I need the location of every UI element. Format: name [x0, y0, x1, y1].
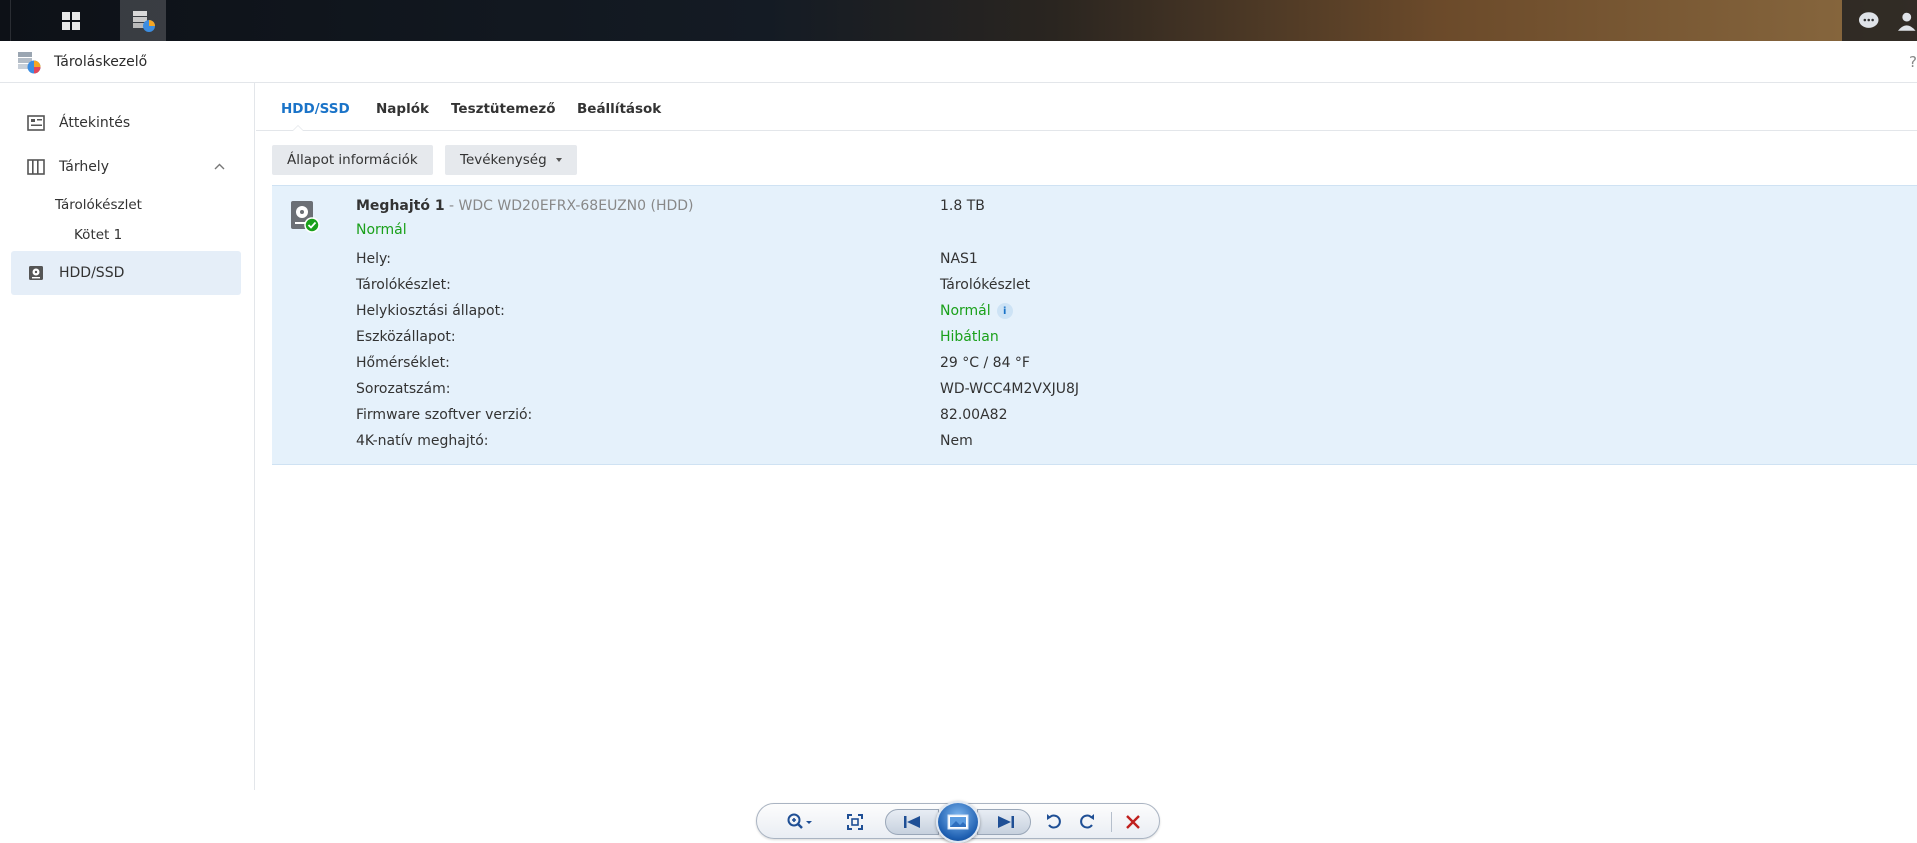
overview-icon — [27, 114, 45, 132]
previous-icon — [904, 816, 920, 828]
storage-manager-icon — [133, 10, 155, 32]
chat-icon[interactable] — [1858, 11, 1879, 31]
disk-status: Normál — [356, 222, 407, 238]
storage-manager-icon — [17, 50, 41, 74]
window-title: Tároláskezelő — [54, 53, 148, 70]
hdd-healthy-icon — [290, 200, 320, 234]
rotate-left-button[interactable] — [1042, 810, 1066, 834]
sidebar-item-label: Áttekintés — [59, 115, 131, 131]
fit-to-window-icon — [847, 814, 863, 830]
tab-hdd-ssd[interactable]: HDD/SSD — [281, 101, 350, 117]
tab-settings[interactable]: Beállítások — [577, 101, 661, 117]
sidebar-item-volume-1[interactable]: Kötet 1 — [74, 227, 122, 243]
main-content: HDD/SSD Naplók Tesztütemező Beállítások … — [256, 83, 1917, 790]
prop-label-allocation-status: Helykiosztási állapot: — [356, 303, 505, 319]
storage-icon — [27, 158, 45, 176]
sidebar-item-overview[interactable]: Áttekintés — [11, 101, 241, 145]
main-menu-button[interactable] — [48, 0, 94, 41]
disk-list-item[interactable]: Meghajtó 1 - WDC WD20EFRX-68EUZN0 (HDD) … — [272, 185, 1917, 465]
taskbar-divider — [10, 0, 11, 41]
allocation-status-text: Normál — [940, 303, 991, 319]
prop-value-location: NAS1 — [940, 251, 978, 267]
user-icon[interactable] — [1897, 11, 1917, 31]
rotate-clockwise-icon — [1080, 814, 1094, 829]
tab-test-scheduler[interactable]: Tesztütemező — [451, 101, 556, 117]
previous-button[interactable] — [885, 809, 939, 835]
prop-label-device-health: Eszközállapot: — [356, 329, 456, 345]
actual-size-button[interactable] — [843, 810, 867, 834]
action-dropdown-button[interactable]: Tevékenység — [445, 145, 577, 175]
prop-label-storage-pool: Tárolókészlet: — [356, 277, 451, 293]
prop-value-storage-pool: Tárolókészlet — [940, 277, 1031, 293]
hdd-icon — [27, 264, 45, 282]
sidebar-item-storage[interactable]: Tárhely — [11, 145, 241, 189]
prop-value-device-health: Hibátlan — [940, 329, 999, 345]
close-icon — [1126, 815, 1140, 829]
taskbar-tray — [1842, 0, 1917, 41]
tab-bar: HDD/SSD Naplók Tesztütemező Beállítások — [256, 83, 1917, 131]
disk-title: Meghajtó 1 - WDC WD20EFRX-68EUZN0 (HDD) — [356, 198, 694, 214]
prop-value-allocation-status: Normál i — [940, 303, 1013, 319]
sidebar-item-label: Tárhely — [59, 159, 109, 175]
help-button[interactable]: ? — [1909, 53, 1917, 71]
sidebar-item-storage-pool[interactable]: Tárolókészlet — [55, 197, 142, 213]
slideshow-icon — [947, 814, 969, 830]
grid-menu-icon — [62, 11, 80, 30]
sidebar: Áttekintés Tárhely Tárolókészlet Kötet 1… — [0, 83, 255, 790]
prop-value-firmware: 82.00A82 — [940, 407, 1008, 423]
prop-value-4k-native: Nem — [940, 433, 973, 449]
disk-model: - WDC WD20EFRX-68EUZN0 (HDD) — [444, 198, 694, 214]
disk-size: 1.8 TB — [940, 198, 985, 214]
storage-manager-taskbar-button[interactable] — [120, 0, 166, 41]
taskbar — [0, 0, 1917, 41]
next-icon — [998, 816, 1014, 828]
window-header: Tároláskezelő ? — [0, 41, 1917, 83]
disk-name: Meghajtó 1 — [356, 198, 445, 214]
status-info-button[interactable]: Állapot információk — [272, 145, 433, 175]
sidebar-item-label: HDD/SSD — [59, 265, 125, 281]
status-info-button-label: Állapot információk — [287, 152, 418, 168]
prop-value-temperature: 29 °C / 84 °F — [940, 355, 1030, 371]
rotate-counterclockwise-icon — [1047, 814, 1061, 829]
sidebar-item-hdd-ssd[interactable]: HDD/SSD — [11, 251, 241, 295]
prop-label-serial-number: Sorozatszám: — [356, 381, 451, 397]
chevron-up-icon[interactable] — [214, 160, 225, 173]
prop-label-4k-native: 4K-natív meghajtó: — [356, 433, 489, 449]
zoom-icon — [787, 813, 812, 829]
delete-button[interactable] — [1121, 810, 1145, 834]
prop-value-serial-number: WD-WCC4M2VXJU8J — [940, 381, 1079, 397]
tab-logs[interactable]: Naplók — [376, 101, 429, 117]
active-tab-indicator — [292, 125, 304, 131]
prop-label-temperature: Hőmérséklet: — [356, 355, 450, 371]
image-viewer-toolbar — [756, 801, 1160, 843]
toolbar-divider — [1111, 812, 1112, 832]
prop-label-firmware: Firmware szoftver verzió: — [356, 407, 533, 423]
zoom-button[interactable] — [783, 810, 817, 834]
slideshow-button[interactable] — [936, 801, 980, 843]
action-dropdown-label: Tevékenység — [460, 152, 547, 168]
next-button[interactable] — [977, 809, 1031, 835]
rotate-right-button[interactable] — [1075, 810, 1099, 834]
prop-label-location: Hely: — [356, 251, 392, 267]
caret-down-icon — [555, 158, 562, 162]
info-icon[interactable]: i — [996, 303, 1013, 319]
